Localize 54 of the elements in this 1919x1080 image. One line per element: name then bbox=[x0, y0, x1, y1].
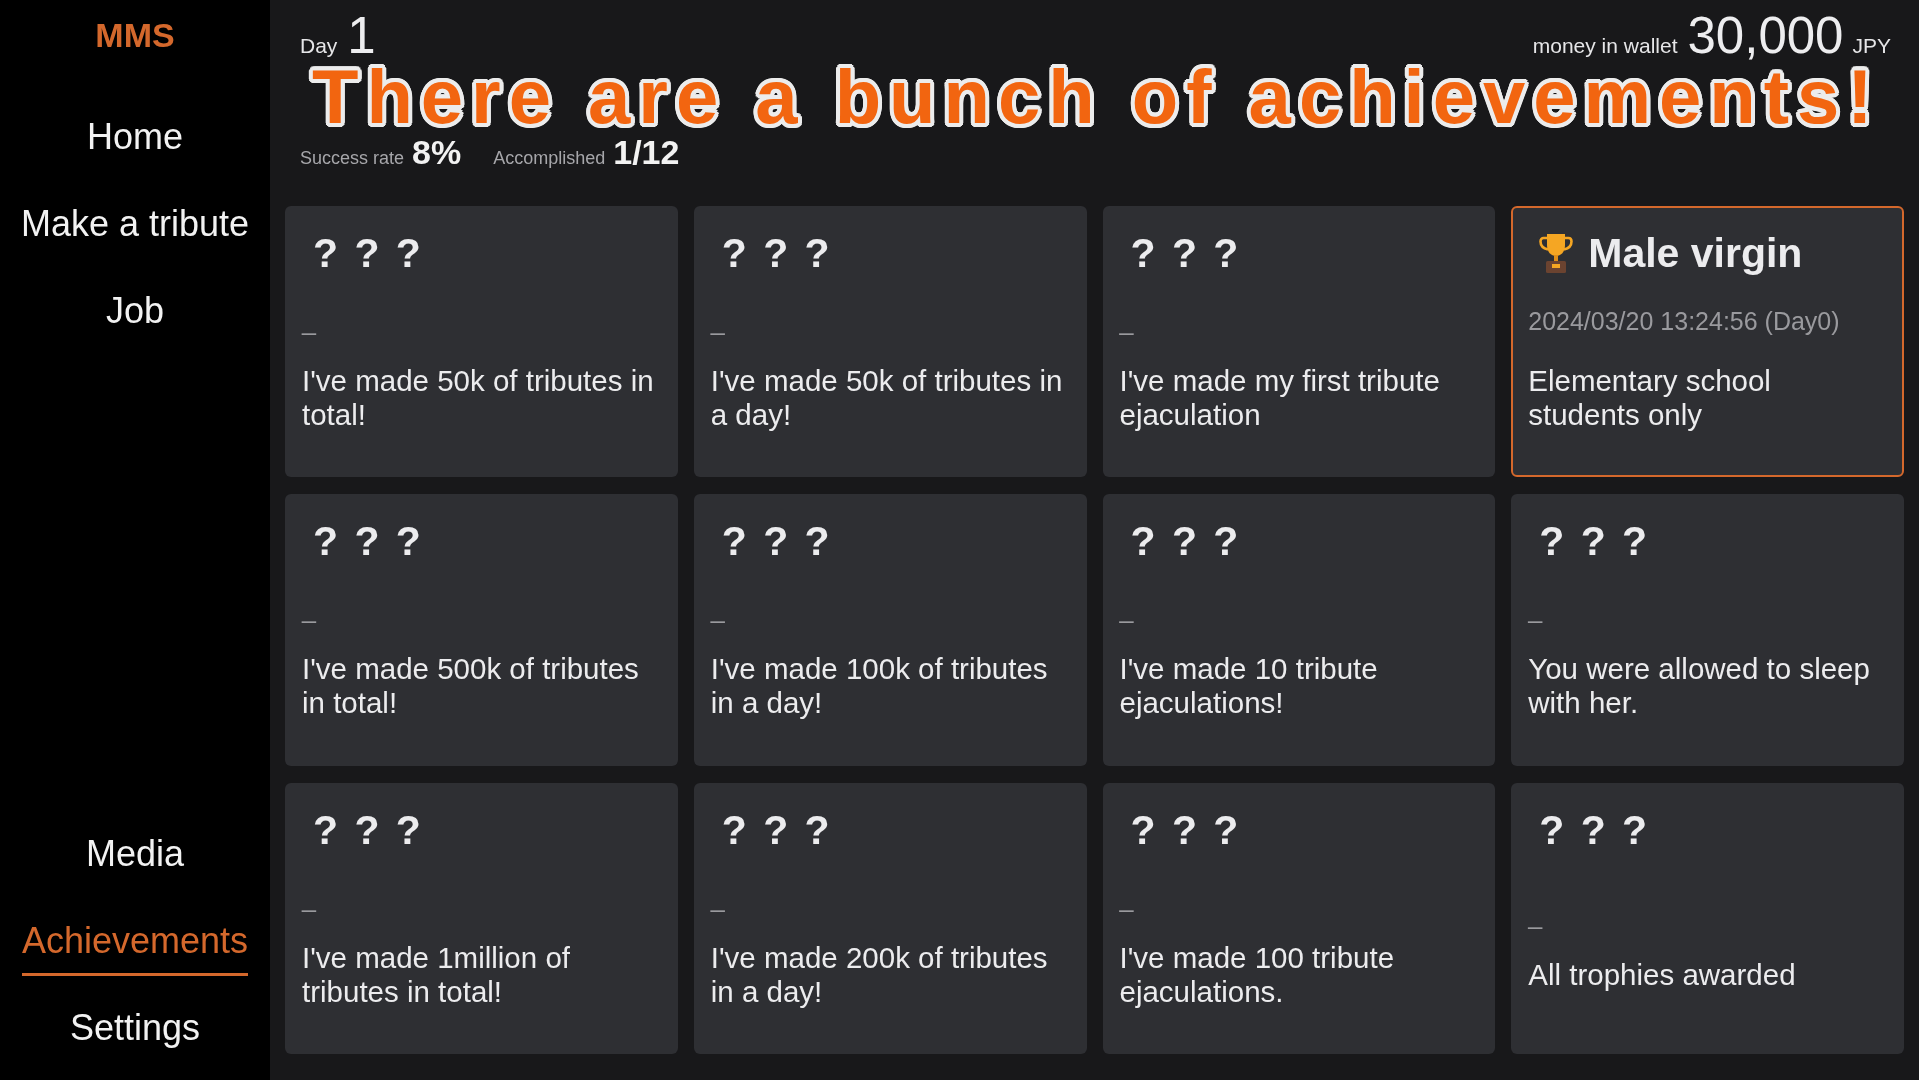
card-date: _ bbox=[1528, 594, 1543, 625]
nav-link[interactable]: Achievements bbox=[21, 919, 249, 976]
nav-link[interactable]: Home bbox=[87, 115, 183, 172]
nav-link[interactable]: Job bbox=[105, 289, 164, 346]
currency-label: JPY bbox=[1852, 34, 1891, 58]
card-title: ? ? ? bbox=[1539, 805, 1650, 855]
card-date: _ bbox=[302, 306, 316, 337]
card-date: _ bbox=[1528, 899, 1543, 930]
card-date: _ bbox=[302, 594, 316, 625]
card-title: ? ? ? bbox=[313, 229, 424, 278]
card-description: I've made 200k of tributes in a day! bbox=[710, 940, 1049, 1009]
card-description: I've made my first tribute ejaculation bbox=[1119, 364, 1441, 433]
card-description: I've made 1million of tributes in total! bbox=[302, 940, 571, 1009]
card-description: Elementary school students only bbox=[1528, 364, 1772, 433]
card-title: ? ? ? bbox=[313, 805, 424, 855]
stat-value: 8% bbox=[412, 134, 462, 170]
day-number: 1 bbox=[347, 10, 376, 62]
app-logo: MMS bbox=[95, 15, 175, 55]
card-title: ? ? ? bbox=[721, 805, 833, 855]
card-date: 2024/03/20 13:24:56 (Day0) bbox=[1528, 306, 1840, 337]
card-title: ? ? ? bbox=[1539, 517, 1650, 567]
card-description: I've made 500k of tributes in total! bbox=[302, 652, 640, 721]
card-title: ? ? ? bbox=[313, 517, 424, 567]
card-date: _ bbox=[1119, 306, 1134, 337]
stat-label: Accomplished bbox=[493, 148, 606, 169]
stat-label: Success rate bbox=[300, 148, 405, 169]
card-description: I've made 50k of tributes in total! bbox=[302, 364, 655, 433]
card-date: _ bbox=[710, 882, 725, 913]
stat-value: 1/12 bbox=[613, 134, 680, 170]
trophy-icon bbox=[1539, 233, 1574, 273]
card-description: All trophies awarded bbox=[1528, 957, 1797, 992]
card-title: ? ? ? bbox=[1130, 517, 1241, 567]
card-title: ? ? ? bbox=[1130, 229, 1241, 278]
card-date: _ bbox=[302, 882, 316, 913]
card-date: _ bbox=[1119, 882, 1134, 913]
nav-link[interactable]: Media bbox=[85, 832, 184, 889]
card-description: I've made 100k of tributes in a day! bbox=[710, 652, 1049, 721]
overlay-caption: There are a bunch of achievements! bbox=[312, 62, 1881, 132]
card-title: ? ? ? bbox=[1130, 805, 1241, 855]
card-date: _ bbox=[710, 594, 725, 625]
wallet-label: money in wallet bbox=[1532, 34, 1678, 58]
card-description: I've made 50k of tributes in a day! bbox=[710, 364, 1064, 433]
nav-link[interactable]: Settings bbox=[69, 1006, 201, 1063]
card-date: _ bbox=[710, 306, 725, 337]
card-title: ? ? ? bbox=[721, 229, 833, 278]
card-description: I've made 100 tribute ejaculations. bbox=[1119, 940, 1396, 1009]
card-title: Male virgin bbox=[1588, 229, 1803, 278]
day-label: Day bbox=[300, 34, 338, 58]
card-description: I've made 10 tribute ejaculations! bbox=[1119, 652, 1379, 721]
card-title: ? ? ? bbox=[721, 517, 833, 567]
nav-link[interactable]: Make a tribute bbox=[20, 202, 250, 259]
wallet-amount: 30,000 bbox=[1687, 10, 1844, 62]
card-date: _ bbox=[1119, 594, 1134, 625]
card-description: You were allowed to sleep with her. bbox=[1528, 652, 1871, 721]
